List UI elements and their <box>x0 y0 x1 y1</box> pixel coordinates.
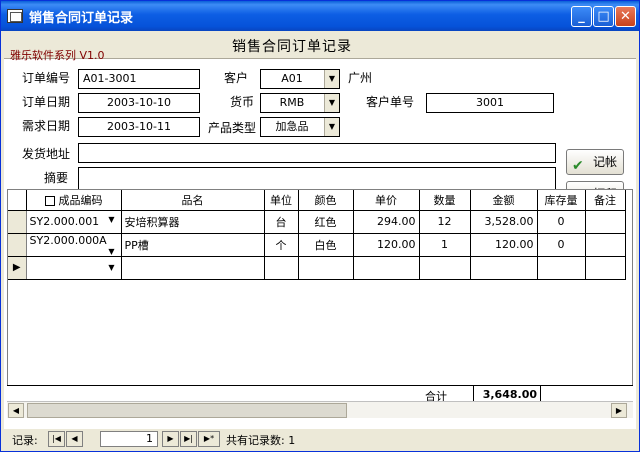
cell-amount[interactable]: 3,528.00 <box>470 210 538 234</box>
grid-header-row: 成品编码 品名 单位 颜色 单价 数量 金额 库存量 备注 <box>8 190 626 211</box>
row-selector-header <box>8 190 27 211</box>
product-type-value: 加急品 <box>275 120 309 133</box>
cell-note[interactable] <box>585 233 626 257</box>
cell-color[interactable]: 红色 <box>298 210 354 234</box>
cell-color[interactable]: 白色 <box>298 233 354 257</box>
minimize-button[interactable]: _ <box>571 6 592 27</box>
horizontal-scrollbar[interactable]: ◀ ▶ <box>7 401 633 418</box>
cell-name[interactable]: PP槽 <box>121 233 265 257</box>
order-lines-grid[interactable]: 成品编码 品名 单位 颜色 单价 数量 金额 库存量 备注 SY2.000.00… <box>7 189 633 389</box>
cell-note[interactable] <box>585 210 626 234</box>
record-label: 记录: <box>12 434 38 447</box>
cell-code[interactable]: SY2.000.001 ▼ <box>26 210 122 234</box>
last-record-icon[interactable]: ▶| <box>180 431 197 447</box>
version-label: 雅乐软件系列 V1.0 <box>10 49 105 62</box>
col-header-amount[interactable]: 金额 <box>470 190 538 211</box>
cell-code[interactable]: ▼ <box>26 256 122 280</box>
cell-amount[interactable]: 120.00 <box>470 233 538 257</box>
product-type-label: 产品类型 <box>208 121 257 135</box>
due-date-label: 需求日期 <box>22 119 71 133</box>
cell-code[interactable]: SY2.000.000A ▼ <box>26 233 122 257</box>
next-record-icon[interactable]: ▶ <box>162 431 179 447</box>
col-header-unit[interactable]: 单位 <box>264 190 299 211</box>
col-header-qty[interactable]: 数量 <box>419 190 471 211</box>
record-number-input[interactable]: 1 <box>100 431 158 447</box>
cell-stock[interactable]: 0 <box>537 233 586 257</box>
due-date-field[interactable]: 2003-10-11 <box>78 117 200 137</box>
new-record-row[interactable]: ▶ ▼ <box>8 256 626 280</box>
checkmark-icon: ✔ <box>572 158 584 174</box>
customer-select[interactable]: A01 ▼ <box>260 69 340 89</box>
order-date-field[interactable]: 2003-10-10 <box>78 93 200 113</box>
ship-addr-field[interactable] <box>78 143 556 163</box>
chevron-down-icon[interactable]: ▼ <box>106 215 118 224</box>
row-selector[interactable] <box>8 210 27 234</box>
record-navigator: 记录: |◀ ◀ 1 ▶ ▶| ▶* 共有记录数: 1 <box>4 429 636 449</box>
app-icon[interactable] <box>7 9 23 23</box>
post-button[interactable]: ✔ 记帐 <box>566 149 624 175</box>
ship-addr-label: 发货地址 <box>22 147 71 161</box>
window-title: 销售合同订单记录 <box>29 11 134 26</box>
row-selector[interactable] <box>8 233 27 257</box>
cell-stock[interactable] <box>537 256 586 280</box>
current-row-pointer-icon[interactable]: ▶ <box>8 256 27 280</box>
currency-label: 货币 <box>230 95 255 109</box>
currency-value: RMB <box>279 96 305 109</box>
chevron-down-icon[interactable]: ▼ <box>106 263 118 272</box>
cell-qty[interactable] <box>419 256 471 280</box>
chevron-down-icon[interactable]: ▼ <box>324 70 339 88</box>
form-title: 销售合同订单记录 <box>232 39 352 55</box>
title-bar[interactable]: 销售合同订单记录 _ □ ✕ <box>1 1 639 31</box>
cell-unit[interactable]: 个 <box>264 233 299 257</box>
checkbox-icon[interactable] <box>44 195 55 206</box>
first-record-icon[interactable]: |◀ <box>48 431 65 447</box>
scroll-left-icon[interactable]: ◀ <box>8 403 24 418</box>
cell-qty[interactable]: 1 <box>419 233 471 257</box>
chevron-down-icon[interactable]: ▼ <box>106 247 118 256</box>
col-header-code[interactable]: 成品编码 <box>26 190 122 211</box>
customer-value: A01 <box>281 72 303 85</box>
table-row[interactable]: SY2.000.001 ▼ 安培积算器 台 红色 294.00 12 3,528.… <box>8 210 626 234</box>
app-window: 销售合同订单记录 _ □ ✕ 销售合同订单记录 雅乐软件系列 V1.0 订单编号… <box>0 0 640 452</box>
col-header-name[interactable]: 品名 <box>121 190 265 211</box>
cell-price[interactable]: 294.00 <box>353 210 420 234</box>
new-record-icon[interactable]: ▶* <box>198 431 220 447</box>
summary-label: 摘要 <box>44 171 69 185</box>
cell-unit[interactable]: 台 <box>264 210 299 234</box>
customer-ref-label: 客户单号 <box>366 95 415 109</box>
order-date-label: 订单日期 <box>22 95 71 109</box>
col-header-stock[interactable]: 库存量 <box>537 190 586 211</box>
prev-record-icon[interactable]: ◀ <box>66 431 83 447</box>
product-type-select[interactable]: 加急品 ▼ <box>260 117 340 137</box>
col-header-color[interactable]: 颜色 <box>298 190 354 211</box>
cell-stock[interactable]: 0 <box>537 210 586 234</box>
cell-note[interactable] <box>585 256 626 280</box>
customer-label: 客户 <box>224 71 249 85</box>
cell-qty[interactable]: 12 <box>419 210 471 234</box>
col-header-price[interactable]: 单价 <box>353 190 420 211</box>
currency-select[interactable]: RMB ▼ <box>260 93 340 113</box>
customer-ref-field[interactable]: 3001 <box>426 93 554 113</box>
post-button-label: 记帐 <box>592 155 617 169</box>
order-no-field[interactable]: A01-3001 <box>78 69 200 89</box>
scroll-right-icon[interactable]: ▶ <box>611 403 627 418</box>
cell-name[interactable] <box>121 256 265 280</box>
record-count-text: 共有记录数: 1 <box>226 434 296 447</box>
scroll-thumb[interactable] <box>27 403 347 418</box>
cell-price[interactable] <box>353 256 420 280</box>
table-row[interactable]: SY2.000.000A ▼ PP槽 个 白色 120.00 1 120.00 0 <box>8 233 626 257</box>
chevron-down-icon[interactable]: ▼ <box>324 94 339 112</box>
col-header-note[interactable]: 备注 <box>585 190 626 211</box>
cell-unit[interactable] <box>264 256 299 280</box>
maximize-button[interactable]: □ <box>593 6 614 27</box>
cell-name[interactable]: 安培积算器 <box>121 210 265 234</box>
cell-color[interactable] <box>298 256 354 280</box>
close-button[interactable]: ✕ <box>615 6 636 27</box>
cell-price[interactable]: 120.00 <box>353 233 420 257</box>
form-header: 销售合同订单记录 雅乐软件系列 V1.0 <box>4 31 636 62</box>
chevron-down-icon[interactable]: ▼ <box>324 118 339 136</box>
customer-name: 广州 <box>348 71 373 85</box>
cell-amount[interactable] <box>470 256 538 280</box>
order-no-label: 订单编号 <box>22 71 71 85</box>
